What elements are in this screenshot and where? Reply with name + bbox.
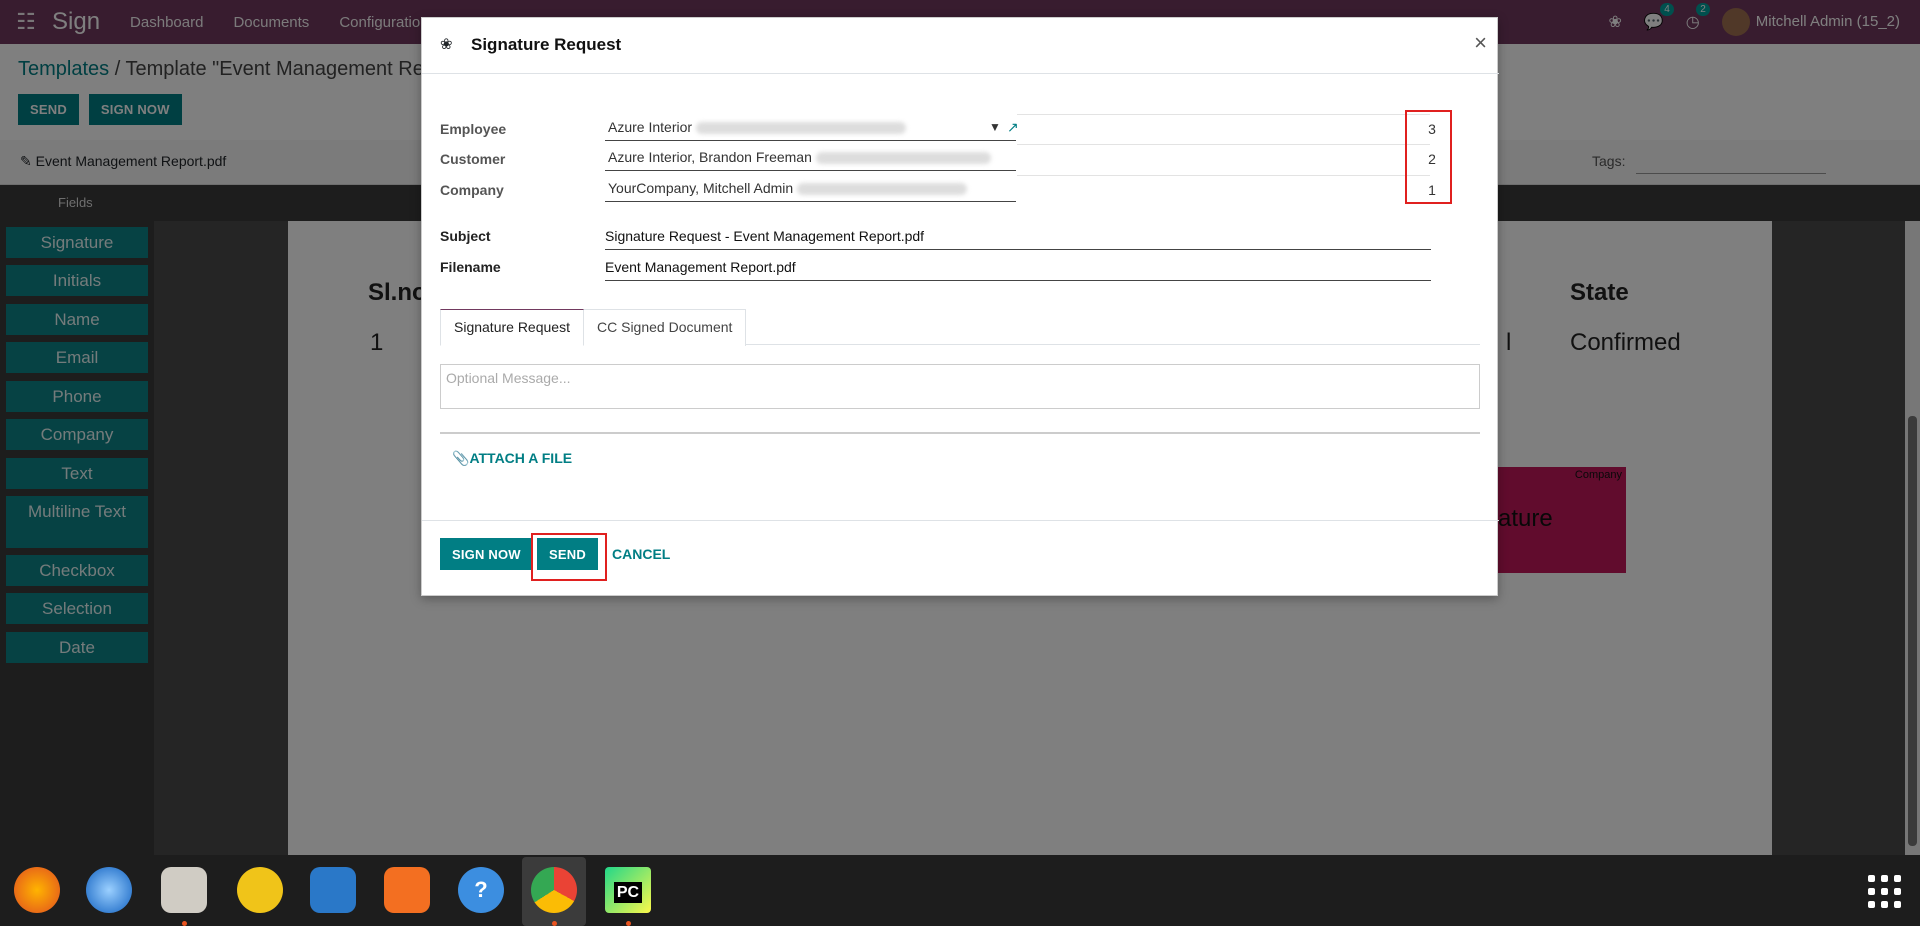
employee-value: Azure Interior xyxy=(608,119,693,135)
send-highlight-box xyxy=(531,533,607,581)
show-applications-icon[interactable] xyxy=(1868,875,1902,909)
running-indicator xyxy=(182,921,187,926)
redacted-email xyxy=(797,183,968,196)
subject-label: Subject xyxy=(440,228,491,244)
message-box xyxy=(440,364,1480,409)
taskbar: ? PC xyxy=(0,855,1920,926)
employee-dropdown-icon[interactable]: ▼ xyxy=(989,120,1001,134)
app-center-icon[interactable] xyxy=(384,867,430,913)
optional-message-input[interactable] xyxy=(441,365,1479,408)
dialog-sign-now-button[interactable]: SIGN NOW xyxy=(440,538,533,570)
running-indicator xyxy=(552,921,557,926)
signature-request-dialog: ❀ Signature Request × Employee Azure Int… xyxy=(421,17,1499,596)
filename-input[interactable]: Event Management Report.pdf xyxy=(605,254,1431,281)
subject-input[interactable]: Signature Request - Event Management Rep… xyxy=(605,223,1431,250)
chrome-icon[interactable] xyxy=(531,867,577,913)
dialog-footer-divider xyxy=(422,520,1499,521)
tab-signature-request[interactable]: Signature Request xyxy=(440,309,584,346)
sequence-highlight-box xyxy=(1405,110,1452,204)
pycharm-label: PC xyxy=(613,882,643,903)
tab-cc-signed-document[interactable]: CC Signed Document xyxy=(584,309,747,346)
attach-file-link[interactable]: 📎ATTACH A FILE xyxy=(452,450,572,467)
employee-input[interactable]: Azure Interior xyxy=(605,114,1016,141)
role-label-employee: Employee xyxy=(440,121,507,137)
company-input[interactable]: YourCompany, Mitchell Admin xyxy=(605,175,1016,202)
company-value: YourCompany, Mitchell Admin xyxy=(608,180,794,196)
dialog-cancel-button[interactable]: CANCEL xyxy=(612,546,670,562)
divider xyxy=(440,432,1480,434)
role-label-company: Company xyxy=(440,182,504,198)
dialog-title: Signature Request xyxy=(471,35,622,54)
writer-icon[interactable] xyxy=(310,867,356,913)
redacted-email xyxy=(696,122,907,135)
filename-label: Filename xyxy=(440,259,501,275)
customer-value: Azure Interior, Brandon Freeman xyxy=(608,149,812,165)
firefox-icon[interactable] xyxy=(14,867,60,913)
customer-input[interactable]: Azure Interior, Brandon Freeman xyxy=(605,144,1016,171)
close-button[interactable]: × xyxy=(1474,30,1487,56)
row-divider xyxy=(1017,144,1430,145)
files-icon[interactable] xyxy=(161,867,207,913)
running-indicator xyxy=(626,921,631,926)
attach-file-label: ATTACH A FILE xyxy=(469,450,573,466)
pycharm-icon[interactable]: PC xyxy=(605,867,651,913)
thunderbird-icon[interactable] xyxy=(86,867,132,913)
dialog-tabs: Signature Request CC Signed Document xyxy=(440,309,1480,346)
role-label-customer: Customer xyxy=(440,151,506,167)
row-divider xyxy=(1017,175,1430,176)
rhythmbox-icon[interactable] xyxy=(237,867,283,913)
row-divider xyxy=(1017,114,1430,115)
external-link-icon[interactable]: ↗ xyxy=(1007,119,1019,136)
dialog-header: ❀ Signature Request × xyxy=(422,18,1499,74)
redacted-email xyxy=(815,152,991,165)
help-icon[interactable]: ? xyxy=(458,867,504,913)
paperclip-icon: 📎 xyxy=(452,450,470,466)
bug-icon: ❀ xyxy=(440,36,453,53)
